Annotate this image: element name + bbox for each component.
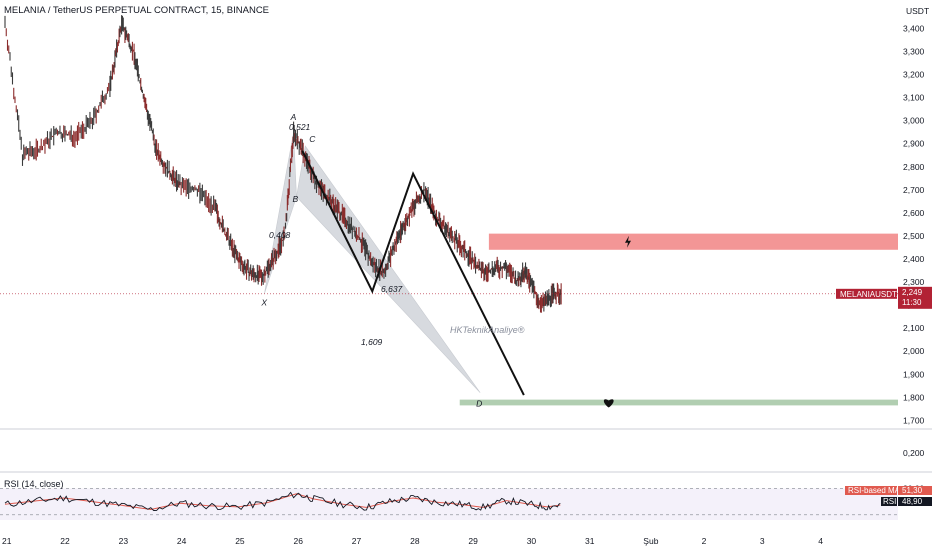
y-tick-label: 2,000 — [903, 346, 925, 356]
y-tick-label: 2,800 — [903, 162, 925, 172]
x-tick-label: 23 — [119, 536, 129, 546]
x-tick-label: Şub — [643, 536, 658, 546]
rsi-value: 48,90 — [902, 497, 923, 506]
pattern-point-d: D — [476, 399, 482, 409]
y-tick-label: 2,500 — [903, 231, 925, 241]
resistance-zone[interactable] — [488, 233, 898, 250]
x-tick-label: 27 — [352, 536, 362, 546]
support-zone[interactable] — [459, 399, 898, 406]
price-tag-value: 2,249 — [902, 288, 923, 297]
ratio-label: 0,408 — [269, 230, 291, 240]
symbol-tag-label: MELANIAUSDT.P — [840, 290, 904, 299]
x-tick-label: 24 — [177, 536, 187, 546]
y-tick-label: 2,100 — [903, 323, 925, 333]
y-tick-label: 3,100 — [903, 93, 925, 103]
y-tick-label: 2,600 — [903, 208, 925, 218]
y-tick-label: 2,400 — [903, 254, 925, 264]
y-tick-label: 1,800 — [903, 392, 925, 402]
price-chart[interactable]: X A B C D 0,521 0,408 1,609 6,637 HKTeknikAnaliye… — [0, 0, 932, 550]
rsi-tag-label: RSI — [883, 497, 896, 506]
ratio-label: 6,637 — [381, 284, 403, 294]
pane-divider-rsi[interactable] — [0, 471, 932, 473]
price-tag-countdown: 11:30 — [902, 298, 922, 307]
pane-scale-label: 0,200 — [903, 448, 925, 458]
rsi-ma-value: 51,30 — [902, 486, 923, 495]
pattern-point-a: A — [290, 112, 297, 122]
x-tick-label: 22 — [60, 536, 70, 546]
x-tick-label: 30 — [527, 536, 537, 546]
pattern-point-x: X — [260, 298, 267, 308]
y-tick-label: 3,400 — [903, 23, 925, 33]
pattern-point-c: C — [309, 134, 316, 144]
y-tick-label: 2,300 — [903, 277, 925, 287]
watermark-text: HKTeknikAnaliye® — [450, 325, 525, 335]
x-tick-label: 26 — [294, 536, 304, 546]
x-tick-label: 3 — [760, 536, 765, 546]
pane-divider[interactable] — [0, 428, 932, 430]
x-tick-label: 29 — [468, 536, 478, 546]
x-tick-label: 21 — [2, 536, 12, 546]
y-tick-label: 1,700 — [903, 415, 925, 425]
currency-label: USDT — [906, 6, 929, 16]
pattern-point-b: B — [293, 194, 299, 204]
ratio-label: 1,609 — [361, 337, 383, 347]
x-tick-label: 31 — [585, 536, 595, 546]
rsi-ma-tag-label: RSI-based MA — [848, 486, 901, 495]
x-tick-label: 25 — [235, 536, 245, 546]
x-tick-label: 2 — [702, 536, 707, 546]
y-tick-label: 3,000 — [903, 116, 925, 126]
y-tick-label: 2,700 — [903, 185, 925, 195]
y-tick-label: 3,200 — [903, 70, 925, 80]
y-tick-label: 3,300 — [903, 47, 925, 57]
y-tick-label: 2,900 — [903, 139, 925, 149]
ratio-label: 0,521 — [289, 122, 311, 132]
x-tick-label: 4 — [818, 536, 823, 546]
rsi-title: RSI (14, close) — [4, 479, 64, 489]
bcd-triangle[interactable] — [296, 145, 481, 393]
x-tick-label: 28 — [410, 536, 420, 546]
y-tick-label: 1,900 — [903, 369, 925, 379]
